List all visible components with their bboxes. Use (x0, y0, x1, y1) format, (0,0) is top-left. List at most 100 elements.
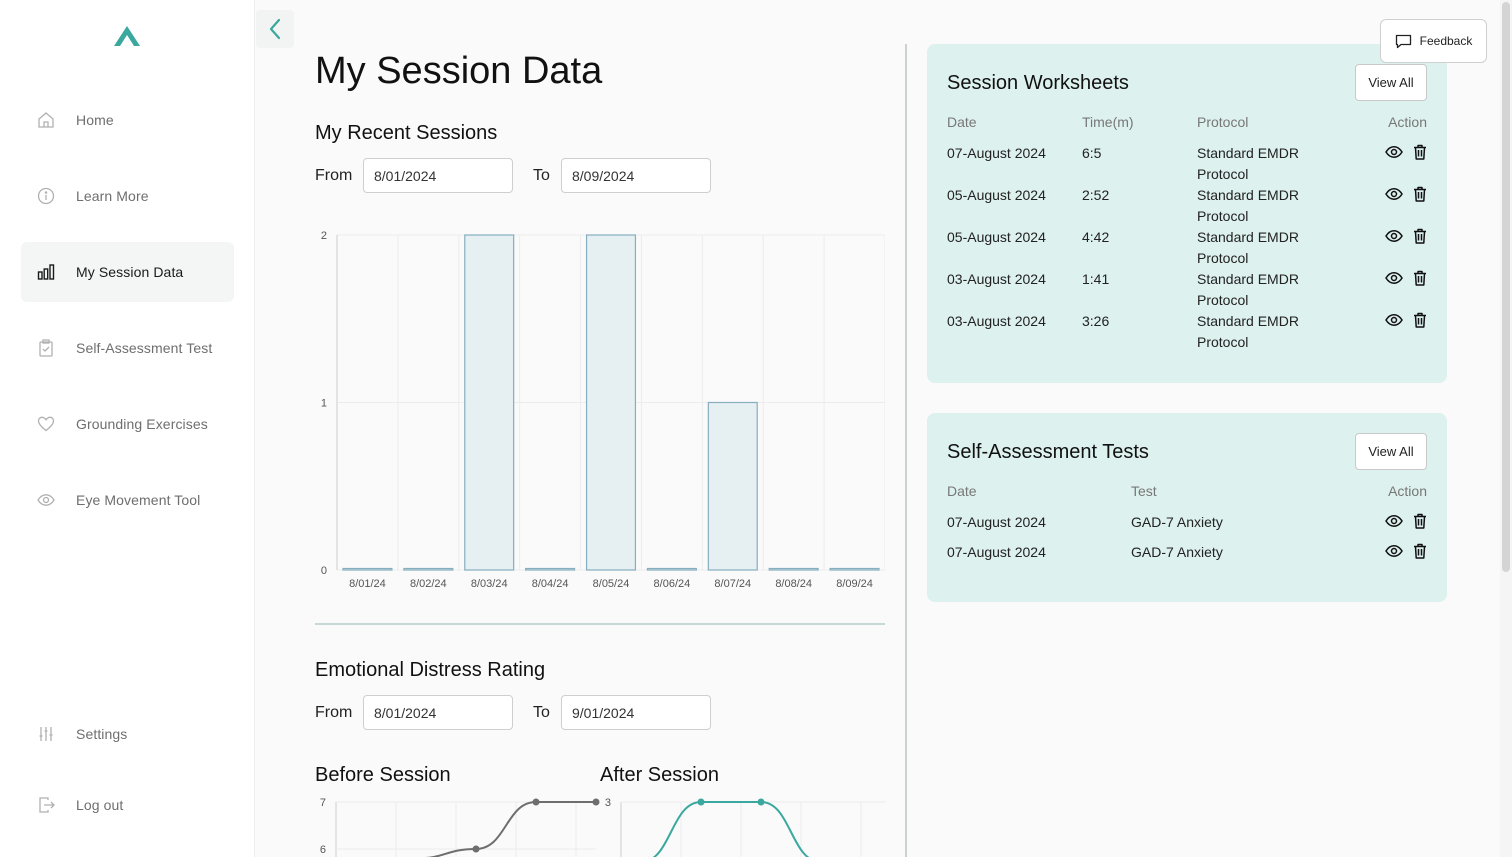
data-point[interactable] (757, 798, 765, 806)
delete-trash-icon[interactable] (1413, 312, 1427, 328)
worksheet-date: 03-August 2024 (947, 271, 1046, 287)
delete-trash-icon[interactable] (1413, 144, 1427, 160)
after-session-chart: 3 (605, 797, 886, 857)
chart-bar[interactable] (646, 567, 697, 571)
x-tick-label: 8/06/24 (654, 578, 691, 590)
worksheet-time: 4:42 (1082, 229, 1110, 245)
scrollbar[interactable] (1500, 0, 1512, 857)
sidebar-item-label: Learn More (76, 188, 149, 204)
worksheet-protocol: Standard EMDR (1197, 229, 1299, 245)
sidebar-item-label: Self-Assessment Test (76, 340, 213, 356)
feedback-label: Feedback (1419, 34, 1473, 48)
page-title: My Session Data (315, 50, 603, 92)
delete-trash-icon[interactable] (1413, 513, 1427, 529)
collapse-sidebar-button[interactable] (256, 10, 294, 48)
sidebar-item-grounding[interactable]: Grounding Exercises (21, 394, 234, 454)
sidebar-item-logout[interactable]: Log out (21, 775, 234, 835)
sidebar-item-eye-movement[interactable]: Eye Movement Tool (21, 470, 234, 530)
sidebar-item-label: Grounding Exercises (76, 416, 208, 432)
x-tick-label: 8/07/24 (714, 578, 751, 590)
view-eye-icon[interactable] (1385, 229, 1403, 243)
chart-bar[interactable] (829, 567, 880, 571)
y-tick-label: 7 (320, 797, 326, 809)
chart-bar[interactable] (707, 401, 758, 571)
column-divider (905, 44, 907, 857)
worksheets-view-all-button[interactable]: View All (1355, 64, 1427, 101)
chevron-left-icon (269, 18, 281, 40)
x-tick-label: 8/02/24 (410, 578, 447, 590)
view-eye-icon[interactable] (1385, 145, 1403, 159)
session-worksheets-card: Session Worksheets View All Date Time(m)… (927, 44, 1447, 383)
to-label: To (533, 167, 550, 184)
self-assessment-title: Self-Assessment Tests (947, 441, 1149, 463)
data-point[interactable] (532, 798, 540, 806)
worksheet-protocol: Standard EMDR (1197, 145, 1299, 161)
y-tick-label: 6 (320, 844, 326, 856)
sidebar-item-my-session-data[interactable]: My Session Data (21, 242, 234, 302)
row-actions (1385, 513, 1427, 529)
sidebar-item-home[interactable]: Home (21, 90, 234, 150)
delete-trash-icon[interactable] (1413, 543, 1427, 559)
self-assessment-card: Self-Assessment Tests View All Date Test… (927, 413, 1447, 602)
recent-from-date-input[interactable]: 8/01/2024 (363, 158, 513, 193)
x-tick-label: 8/03/24 (471, 578, 508, 590)
chart-bar[interactable] (403, 567, 454, 571)
column-header-time: Time(m) (1082, 114, 1134, 130)
eye-icon (37, 491, 55, 509)
before-session-chart: 67 (320, 797, 600, 857)
view-eye-icon[interactable] (1385, 187, 1403, 201)
worksheet-protocol: Protocol (1197, 208, 1249, 224)
assessment-date: 07-August 2024 (947, 514, 1046, 530)
worksheet-time: 1:41 (1082, 271, 1110, 287)
worksheet-time: 6:5 (1082, 145, 1102, 161)
worksheet-protocol: Protocol (1197, 292, 1249, 308)
session-worksheets-title: Session Worksheets (947, 72, 1129, 94)
chart-bar[interactable] (464, 234, 515, 571)
x-tick-label: 8/08/24 (775, 578, 812, 590)
sidebar-item-label: Log out (76, 797, 124, 813)
worksheet-protocol: Protocol (1197, 250, 1249, 266)
section-divider (315, 623, 885, 625)
view-eye-icon[interactable] (1385, 313, 1403, 327)
worksheet-protocol: Standard EMDR (1197, 271, 1299, 287)
heart-icon (37, 415, 55, 433)
sidebar-item-settings[interactable]: Settings (21, 704, 234, 764)
x-tick-label: 8/04/24 (532, 578, 569, 590)
worksheet-date: 03-August 2024 (947, 313, 1046, 329)
delete-trash-icon[interactable] (1413, 228, 1427, 244)
sidebar-item-self-assessment[interactable]: Self-Assessment Test (21, 318, 234, 378)
data-point[interactable] (697, 798, 705, 806)
delete-trash-icon[interactable] (1413, 186, 1427, 202)
delete-trash-icon[interactable] (1413, 270, 1427, 286)
feedback-button[interactable]: Feedback (1380, 19, 1487, 63)
home-icon (37, 111, 55, 129)
assessment-test: GAD-7 Anxiety (1131, 514, 1223, 530)
y-tick-label: 3 (605, 797, 611, 809)
chart-bar[interactable] (768, 567, 819, 571)
recent-to-date-input[interactable]: 8/09/2024 (561, 158, 711, 193)
worksheet-protocol: Protocol (1197, 166, 1249, 182)
chart-bar[interactable] (342, 567, 393, 571)
view-eye-icon[interactable] (1385, 514, 1403, 528)
x-tick-label: 8/09/24 (836, 578, 873, 590)
sidebar-item-learn-more[interactable]: Learn More (21, 166, 234, 226)
view-eye-icon[interactable] (1385, 271, 1403, 285)
distress-from-date-input[interactable]: 8/01/2024 (363, 695, 513, 730)
y-tick-label: 2 (321, 230, 327, 242)
data-point[interactable] (472, 845, 480, 853)
distress-rating-title: Emotional Distress Rating (315, 659, 546, 681)
distress-to-date-input[interactable]: 9/01/2024 (561, 695, 711, 730)
chart-bar[interactable] (525, 567, 576, 571)
y-tick-label: 0 (321, 565, 327, 577)
sidebar-item-label: My Session Data (76, 264, 184, 280)
assessments-view-all-button[interactable]: View All (1355, 433, 1427, 470)
scrollbar-thumb[interactable] (1502, 2, 1510, 572)
view-eye-icon[interactable] (1385, 544, 1403, 558)
bar-chart-icon (37, 263, 55, 281)
from-label: From (315, 167, 353, 184)
column-header-protocol: Protocol (1197, 114, 1249, 130)
sidebar: Home Learn More My Session Data Self-Ass… (0, 0, 255, 857)
row-actions (1385, 228, 1427, 244)
chart-bar[interactable] (585, 234, 637, 571)
brand-logo[interactable] (112, 24, 142, 48)
